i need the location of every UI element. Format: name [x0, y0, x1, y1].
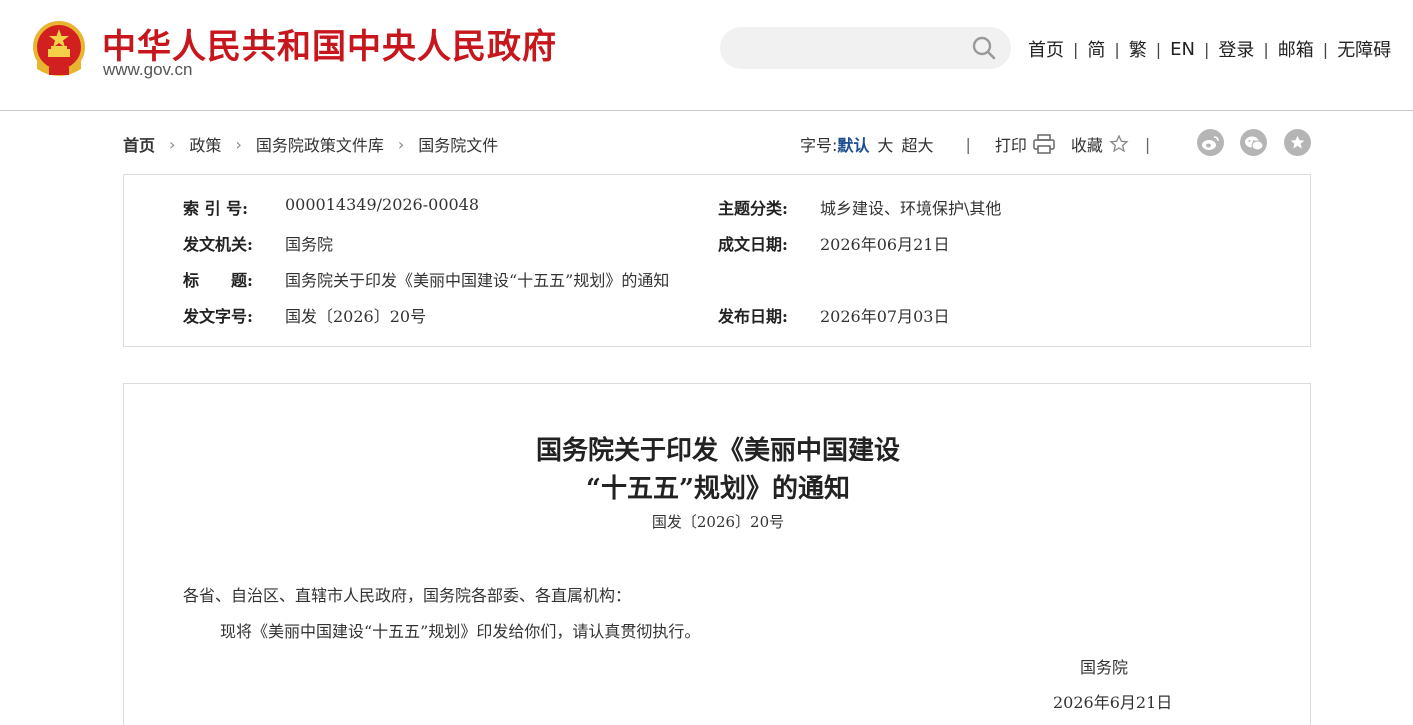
font-size-large[interactable]: 大: [877, 132, 893, 156]
category-value: 城乡建设、环境保护\其他: [820, 199, 1002, 218]
nav-login[interactable]: 登录: [1218, 36, 1254, 62]
star-share-icon[interactable]: [1284, 129, 1311, 156]
font-size-default[interactable]: 默认: [837, 132, 869, 156]
nav-mail[interactable]: 邮箱: [1278, 36, 1314, 62]
nav-home[interactable]: 首页: [1028, 36, 1064, 62]
nav-english[interactable]: EN: [1170, 39, 1195, 60]
chevron-right-icon: ›: [169, 134, 176, 154]
nav-separator: |: [1263, 39, 1269, 59]
article-date: 2026年6月21日: [1053, 693, 1173, 712]
star-icon: [1109, 134, 1129, 153]
nav-separator: |: [1073, 39, 1079, 59]
doc-no-label: 发文字号:: [183, 307, 253, 326]
document-info-panel: 索 引 号: 000014349/2026-00048 主题分类: 城乡建设、环…: [123, 174, 1311, 347]
index-no-value: 000014349/2026-00048: [285, 195, 480, 214]
title-label: 标 题:: [183, 271, 253, 290]
search-input[interactable]: [738, 27, 968, 69]
favorite-button[interactable]: 收藏: [1071, 132, 1129, 156]
header-divider: [0, 110, 1413, 111]
weibo-icon[interactable]: [1197, 129, 1224, 156]
nav-accessibility[interactable]: 无障碍: [1337, 36, 1391, 62]
breadcrumb-policy[interactable]: 政策: [189, 132, 221, 156]
doc-no-value: 国发〔2026〕20号: [285, 307, 427, 326]
written-date-value: 2026年06月21日: [820, 235, 950, 254]
article-signature: 国务院: [1080, 658, 1129, 677]
print-button[interactable]: 打印: [995, 132, 1055, 156]
national-emblem-logo[interactable]: [29, 19, 89, 81]
nav-traditional[interactable]: 繁: [1129, 36, 1147, 62]
index-no-label: 索 引 号:: [183, 199, 249, 218]
site-header: 中华人民共和国中央人民政府 www.gov.cn 首页 | 简 | 繁 | EN…: [0, 0, 1413, 111]
print-label: 打印: [994, 136, 1027, 155]
article-salutation: 各省、自治区、直辖市人民政府，国务院各部委、各直属机构：: [183, 586, 632, 605]
article-content: 国务院关于印发《美丽中国建设 “十五五”规划》的通知 国发〔2026〕20号 各…: [123, 383, 1311, 725]
issuer-value: 国务院: [285, 235, 334, 254]
breadcrumb-policy-library[interactable]: 国务院政策文件库: [256, 132, 384, 156]
article-body: 现将《美丽中国建设“十五五”规划》印发给你们，请认真贯彻执行。: [220, 622, 701, 641]
wechat-icon[interactable]: [1240, 129, 1267, 156]
toolbar-separator: |: [965, 134, 971, 154]
category-label: 主题分类:: [718, 199, 788, 218]
nav-separator: |: [1322, 39, 1329, 59]
top-nav: 首页 | 简 | 繁 | EN | 登录 | 邮箱 | 无障碍: [1028, 36, 1391, 62]
article-toolbar: 字号: 默认 大 超大 | 打印 收藏 |: [800, 132, 1168, 156]
toolbar-separator: |: [1144, 134, 1151, 154]
breadcrumb-state-council-docs[interactable]: 国务院文件: [418, 132, 498, 156]
article-doc-number: 国发〔2026〕20号: [651, 513, 785, 531]
breadcrumb: 首页 › 政策 › 国务院政策文件库 › 国务院文件: [123, 132, 498, 156]
nav-separator: |: [1114, 39, 1120, 59]
article-title-line1: 国务院关于印发《美丽中国建设: [535, 436, 900, 466]
chevron-right-icon: ›: [397, 134, 405, 154]
issuer-label: 发文机关:: [183, 235, 253, 254]
printer-icon: [1033, 134, 1055, 154]
nav-simplified[interactable]: 简: [1087, 36, 1105, 62]
publish-date-label: 发布日期:: [718, 307, 788, 326]
font-size-label: 字号:: [800, 136, 838, 155]
font-size-xlarge[interactable]: 超大: [901, 132, 933, 156]
written-date-label: 成文日期:: [718, 235, 788, 254]
article-title-line2: “十五五”规划》的通知: [586, 474, 850, 504]
title-value: 国务院关于印发《美丽中国建设“十五五”规划》的通知: [285, 271, 670, 290]
site-domain: www.gov.cn: [103, 60, 193, 79]
search-icon[interactable]: [971, 35, 997, 61]
favorite-label: 收藏: [1070, 136, 1103, 155]
nav-separator: |: [1155, 39, 1162, 59]
breadcrumb-home[interactable]: 首页: [123, 132, 155, 156]
nav-separator: |: [1204, 39, 1210, 59]
publish-date-value: 2026年07月03日: [820, 307, 950, 326]
chevron-right-icon: ›: [235, 134, 242, 154]
search-box: [720, 27, 1011, 69]
